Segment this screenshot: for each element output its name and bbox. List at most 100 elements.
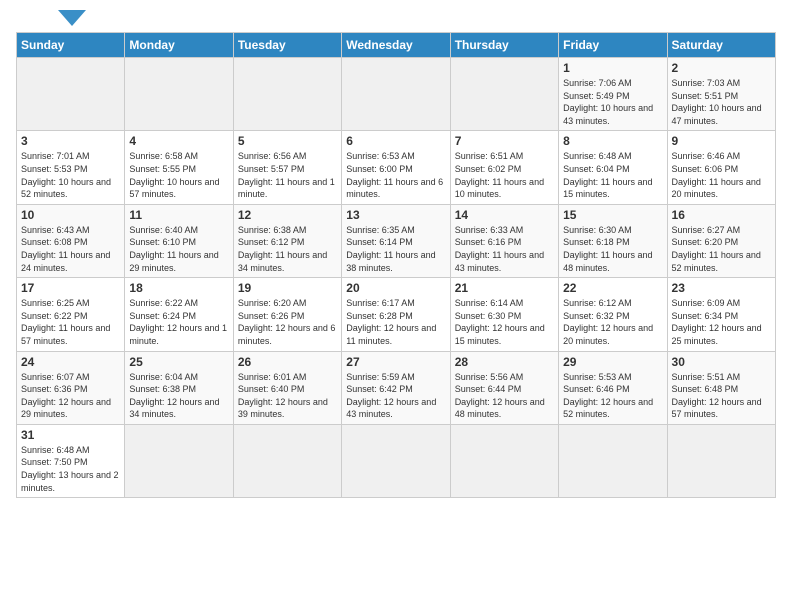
table-row: 10 Sunrise: 6:43 AMSunset: 6:08 PMDayligh…: [17, 204, 125, 277]
table-row: [342, 424, 450, 497]
table-row: 18 Sunrise: 6:22 AMSunset: 6:24 PMDayligh…: [125, 278, 233, 351]
day-info: Sunrise: 6:14 AMSunset: 6:30 PMDaylight:…: [455, 297, 554, 347]
day-info: Sunrise: 5:51 AMSunset: 6:48 PMDaylight:…: [672, 371, 771, 421]
table-row: 3Sunrise: 7:01 AMSunset: 5:53 PMDaylight…: [17, 131, 125, 204]
day-info: Sunrise: 6:33 AMSunset: 6:16 PMDaylight:…: [455, 224, 554, 274]
day-info: Sunrise: 6:17 AMSunset: 6:28 PMDaylight:…: [346, 297, 445, 347]
table-row: [125, 58, 233, 131]
table-row: 4 Sunrise: 6:58 AMSunset: 5:55 PMDaylight…: [125, 131, 233, 204]
table-row: 2 Sunrise: 7:03 AMSunset: 5:51 PMDaylight…: [667, 58, 775, 131]
day-info: Sunrise: 6:12 AMSunset: 6:32 PMDaylight:…: [563, 297, 662, 347]
table-row: 15 Sunrise: 6:30 AMSunset: 6:18 PMDayligh…: [559, 204, 667, 277]
day-info: Sunrise: 6:51 AMSunset: 6:02 PMDaylight:…: [455, 150, 554, 200]
day-info: Sunrise: 6:58 AMSunset: 5:55 PMDaylight:…: [129, 150, 228, 200]
day-number: 23: [672, 281, 771, 295]
day-number: 8: [563, 134, 662, 148]
day-number: 21: [455, 281, 554, 295]
table-row: 1 Sunrise: 7:06 AMSunset: 5:49 PMDaylight…: [559, 58, 667, 131]
day-info: Sunrise: 6:25 AMSunset: 6:22 PMDaylight:…: [21, 297, 120, 347]
day-number: 14: [455, 208, 554, 222]
day-info: Sunrise: 6:46 AMSunset: 6:06 PMDaylight:…: [672, 150, 771, 200]
day-number: 10: [21, 208, 120, 222]
col-tuesday: Tuesday: [233, 33, 341, 58]
day-number: 27: [346, 355, 445, 369]
col-saturday: Saturday: [667, 33, 775, 58]
day-number: 16: [672, 208, 771, 222]
day-number: 20: [346, 281, 445, 295]
table-row: [125, 424, 233, 497]
table-row: 8Sunrise: 6:48 AMSunset: 6:04 PMDaylight…: [559, 131, 667, 204]
day-number: 31: [21, 428, 120, 442]
day-info: Sunrise: 6:20 AMSunset: 6:26 PMDaylight:…: [238, 297, 337, 347]
table-row: 21 Sunrise: 6:14 AMSunset: 6:30 PMDayligh…: [450, 278, 558, 351]
day-info: Sunrise: 6:53 AMSunset: 6:00 PMDaylight:…: [346, 150, 445, 200]
col-wednesday: Wednesday: [342, 33, 450, 58]
col-sunday: Sunday: [17, 33, 125, 58]
day-info: Sunrise: 6:07 AMSunset: 6:36 PMDaylight:…: [21, 371, 120, 421]
day-number: 13: [346, 208, 445, 222]
day-number: 17: [21, 281, 120, 295]
day-number: 15: [563, 208, 662, 222]
table-row: 29 Sunrise: 5:53 AMSunset: 6:46 PMDayligh…: [559, 351, 667, 424]
table-row: 19 Sunrise: 6:20 AMSunset: 6:26 PMDayligh…: [233, 278, 341, 351]
day-info: Sunrise: 6:56 AMSunset: 5:57 PMDaylight:…: [238, 150, 337, 200]
table-row: 26 Sunrise: 6:01 AMSunset: 6:40 PMDayligh…: [233, 351, 341, 424]
col-thursday: Thursday: [450, 33, 558, 58]
day-info: Sunrise: 7:01 AMSunset: 5:53 PMDaylight:…: [21, 150, 120, 200]
table-row: [342, 58, 450, 131]
day-number: 2: [672, 61, 771, 75]
logo-triangle: [58, 10, 86, 26]
header: [16, 12, 776, 26]
table-row: 24 Sunrise: 6:07 AMSunset: 6:36 PMDayligh…: [17, 351, 125, 424]
day-info: Sunrise: 6:01 AMSunset: 6:40 PMDaylight:…: [238, 371, 337, 421]
table-row: 31 Sunrise: 6:48 AMSunset: 7:50 PMDayligh…: [17, 424, 125, 497]
day-info: Sunrise: 6:09 AMSunset: 6:34 PMDaylight:…: [672, 297, 771, 347]
table-row: [450, 424, 558, 497]
day-info: Sunrise: 7:03 AMSunset: 5:51 PMDaylight:…: [672, 77, 771, 127]
table-row: [233, 58, 341, 131]
day-number: 22: [563, 281, 662, 295]
table-row: [233, 424, 341, 497]
table-row: [667, 424, 775, 497]
day-info: Sunrise: 6:04 AMSunset: 6:38 PMDaylight:…: [129, 371, 228, 421]
table-row: 25 Sunrise: 6:04 AMSunset: 6:38 PMDayligh…: [125, 351, 233, 424]
logo: [16, 12, 86, 26]
day-number: 29: [563, 355, 662, 369]
day-number: 1: [563, 61, 662, 75]
day-number: 5: [238, 134, 337, 148]
day-number: 26: [238, 355, 337, 369]
day-number: 4: [129, 134, 228, 148]
table-row: 7Sunrise: 6:51 AMSunset: 6:02 PMDaylight…: [450, 131, 558, 204]
day-number: 25: [129, 355, 228, 369]
day-number: 18: [129, 281, 228, 295]
day-number: 30: [672, 355, 771, 369]
col-monday: Monday: [125, 33, 233, 58]
day-info: Sunrise: 6:40 AMSunset: 6:10 PMDaylight:…: [129, 224, 228, 274]
table-row: 27 Sunrise: 5:59 AMSunset: 6:42 PMDayligh…: [342, 351, 450, 424]
table-row: 5 Sunrise: 6:56 AMSunset: 5:57 PMDaylight…: [233, 131, 341, 204]
day-info: Sunrise: 6:30 AMSunset: 6:18 PMDaylight:…: [563, 224, 662, 274]
table-row: 13Sunrise: 6:35 AMSunset: 6:14 PMDayligh…: [342, 204, 450, 277]
table-row: 6 Sunrise: 6:53 AMSunset: 6:00 PMDaylight…: [342, 131, 450, 204]
day-number: 11: [129, 208, 228, 222]
table-row: 20 Sunrise: 6:17 AMSunset: 6:28 PMDayligh…: [342, 278, 450, 351]
day-info: Sunrise: 7:06 AMSunset: 5:49 PMDaylight:…: [563, 77, 662, 127]
table-row: 23 Sunrise: 6:09 AMSunset: 6:34 PMDayligh…: [667, 278, 775, 351]
day-info: Sunrise: 5:56 AMSunset: 6:44 PMDaylight:…: [455, 371, 554, 421]
day-info: Sunrise: 6:43 AMSunset: 6:08 PMDaylight:…: [21, 224, 120, 274]
day-info: Sunrise: 6:48 AMSunset: 7:50 PMDaylight:…: [21, 444, 120, 494]
table-row: 12Sunrise: 6:38 AMSunset: 6:12 PMDayligh…: [233, 204, 341, 277]
table-row: 11 Sunrise: 6:40 AMSunset: 6:10 PMDayligh…: [125, 204, 233, 277]
day-info: Sunrise: 5:59 AMSunset: 6:42 PMDaylight:…: [346, 371, 445, 421]
day-number: 6: [346, 134, 445, 148]
day-info: Sunrise: 6:22 AMSunset: 6:24 PMDaylight:…: [129, 297, 228, 347]
day-info: Sunrise: 5:53 AMSunset: 6:46 PMDaylight:…: [563, 371, 662, 421]
day-number: 19: [238, 281, 337, 295]
table-row: [450, 58, 558, 131]
table-row: 14 Sunrise: 6:33 AMSunset: 6:16 PMDayligh…: [450, 204, 558, 277]
day-number: 28: [455, 355, 554, 369]
day-number: 9: [672, 134, 771, 148]
day-number: 24: [21, 355, 120, 369]
table-row: 9 Sunrise: 6:46 AMSunset: 6:06 PMDaylight…: [667, 131, 775, 204]
calendar-header-row: Sunday Monday Tuesday Wednesday Thursday…: [17, 33, 776, 58]
